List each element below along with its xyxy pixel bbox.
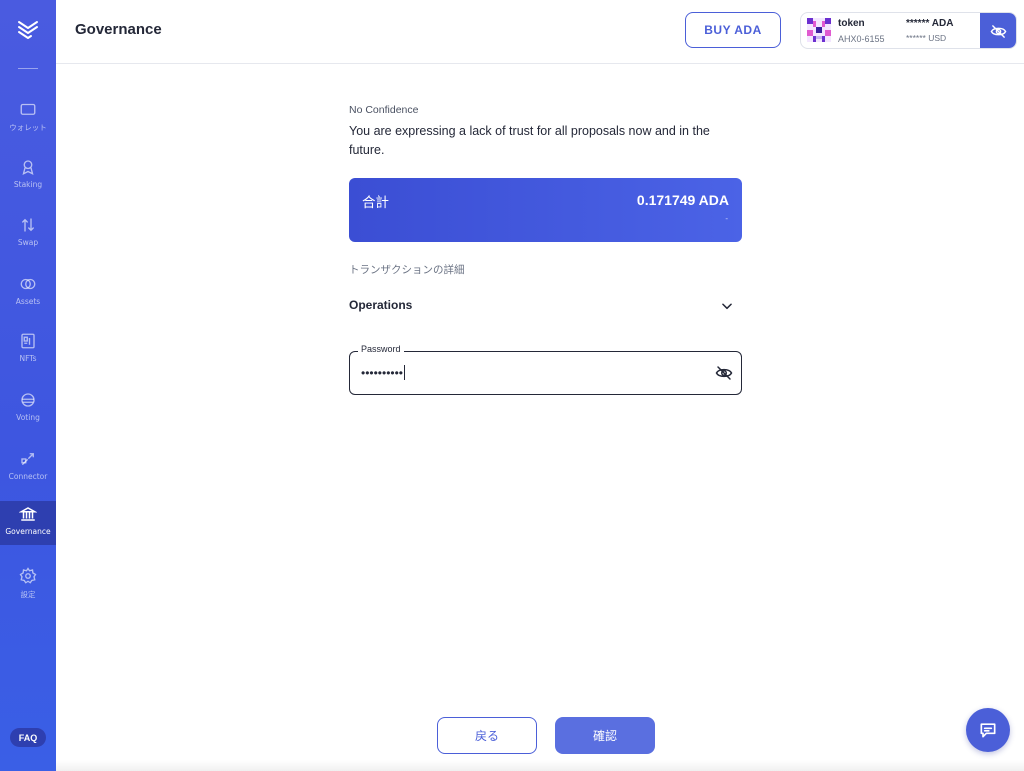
- chevron-down-icon[interactable]: [720, 299, 734, 313]
- yoroi-logo-icon[interactable]: [16, 18, 40, 42]
- wallet-name: token: [838, 18, 865, 29]
- transaction-details-label: トランザクションの詳細: [349, 264, 465, 276]
- connector-icon: [21, 453, 34, 465]
- sidebar: ウォレット Staking Swap Assets NFTs Voting Co…: [0, 0, 56, 771]
- sidebar-item-label: 設定: [20, 590, 36, 599]
- password-label: Password: [358, 344, 404, 354]
- swap-icon: [22, 218, 34, 232]
- faq-button[interactable]: FAQ: [10, 728, 46, 747]
- password-field[interactable]: Password ••••••••••: [349, 344, 742, 395]
- settings-icon: [19, 567, 37, 584]
- sidebar-item-voting[interactable]: Voting: [0, 387, 56, 431]
- assets-icon: [20, 278, 36, 290]
- back-button[interactable]: 戻る: [437, 717, 537, 754]
- sidebar-item-nfts[interactable]: NFTs: [0, 328, 56, 372]
- total-fiat-value: -: [725, 214, 728, 223]
- wallet-avatar: [807, 18, 831, 42]
- voting-icon: [21, 393, 35, 407]
- total-label: 合計: [362, 195, 389, 211]
- vote-description: You are expressing a lack of trust for a…: [349, 124, 710, 157]
- sidebar-item-connector[interactable]: Connector: [0, 446, 56, 490]
- sidebar-item-governance[interactable]: Governance: [0, 501, 56, 545]
- sidebar-item-label: Governance: [5, 527, 51, 536]
- sidebar-item-settings[interactable]: 設定: [0, 563, 56, 607]
- sidebar-item-label: Assets: [15, 297, 41, 306]
- sidebar-item-swap[interactable]: Swap: [0, 212, 56, 256]
- sidebar-item-label: Connector: [8, 472, 48, 481]
- sidebar-divider: [18, 68, 38, 69]
- sidebar-item-label: NFTs: [19, 354, 37, 363]
- password-input[interactable]: ••••••••••: [361, 365, 406, 380]
- wallet-card[interactable]: token AHX0-6155 ****** ADA ****** USD: [800, 12, 1017, 49]
- footer-shadow: [56, 760, 1024, 771]
- eye-off-icon: [990, 24, 1006, 38]
- nfts-icon: [21, 333, 35, 349]
- header: Governance BUY ADA token AHX0-6155 *****…: [56, 0, 1024, 64]
- operations-label: Operations: [349, 298, 413, 312]
- sidebar-item-assets[interactable]: Assets: [0, 271, 56, 315]
- sidebar-item-staking[interactable]: Staking: [0, 154, 56, 198]
- wallet-balance: ****** ADA: [906, 18, 954, 29]
- total-value: 0.171749 ADA: [636, 192, 729, 208]
- governance-icon: [19, 507, 37, 521]
- chat-icon: [980, 723, 996, 738]
- eye-off-icon[interactable]: [715, 364, 733, 382]
- operations-accordion[interactable]: Operations: [349, 296, 742, 316]
- sidebar-item-label: ウォレット: [9, 123, 47, 132]
- wallet-icon: [20, 103, 36, 115]
- page-title: Governance: [75, 21, 162, 38]
- confirm-button[interactable]: 確認: [555, 717, 655, 754]
- total-card: 合計 0.171749 ADA -: [349, 178, 742, 242]
- wallet-usd-balance: ****** USD: [906, 33, 947, 43]
- sidebar-item-label: Voting: [16, 413, 40, 422]
- sidebar-item-label: Swap: [17, 238, 39, 247]
- sidebar-item-label: Staking: [13, 180, 43, 189]
- vote-type: No Confidence: [349, 104, 419, 116]
- sidebar-item-wallet[interactable]: ウォレット: [0, 96, 56, 140]
- chat-support-button[interactable]: [966, 708, 1010, 752]
- wallet-id: AHX0-6155: [838, 34, 885, 44]
- hide-balance-toggle[interactable]: [980, 13, 1016, 48]
- buy-ada-button[interactable]: BUY ADA: [685, 12, 781, 48]
- staking-icon: [22, 160, 34, 176]
